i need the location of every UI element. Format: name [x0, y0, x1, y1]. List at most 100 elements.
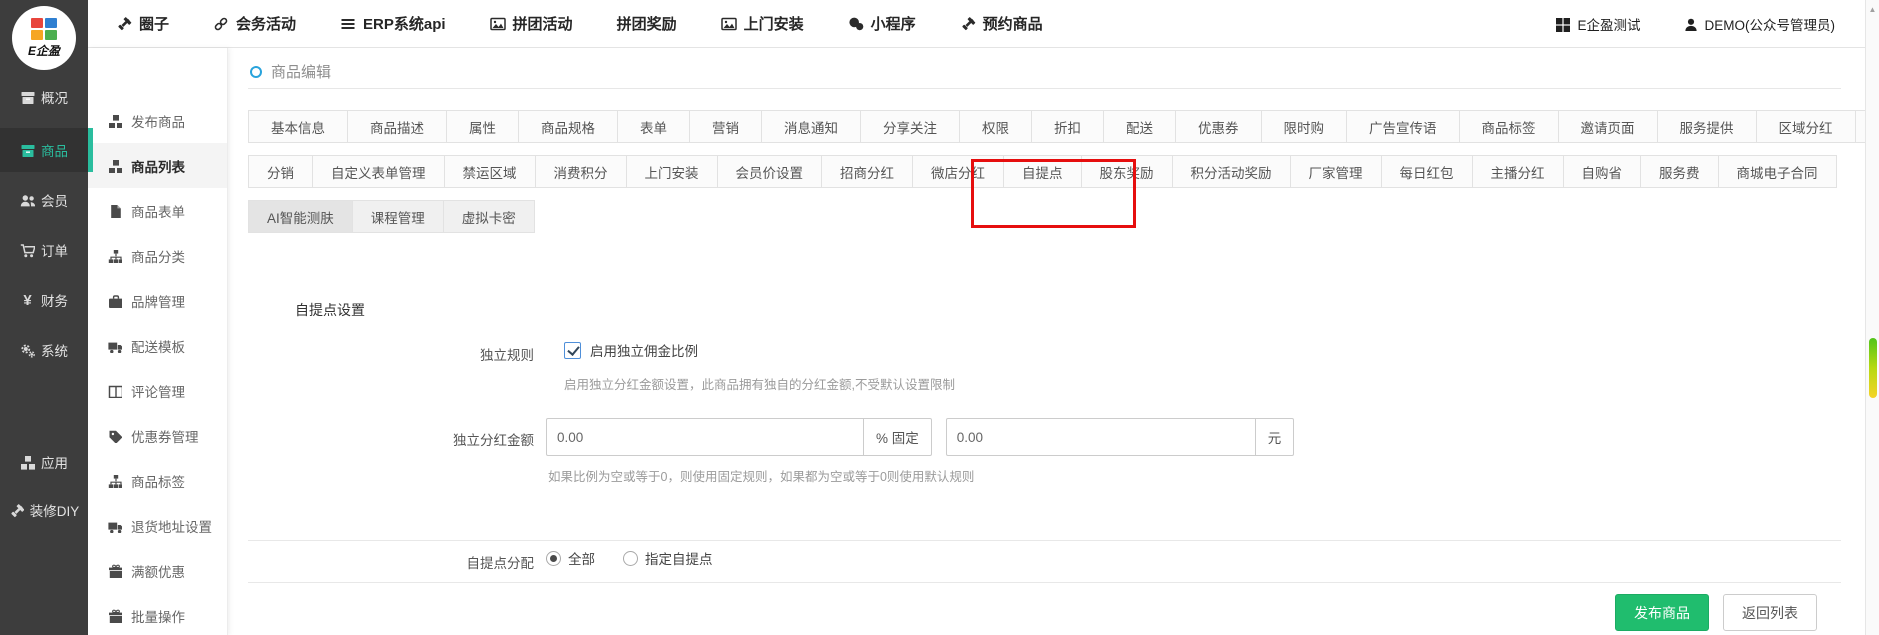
sidebar-item-goods[interactable]: 商品 [0, 128, 88, 172]
tab-flash-sale[interactable]: 限时购 [1261, 110, 1348, 143]
scroll-up-arrow[interactable]: ▲ [1866, 5, 1879, 14]
tab-pickup-point[interactable]: 自提点 [1003, 155, 1082, 188]
goods-submenu: 发布商品 商品列表 商品表单 商品分类 品牌管理 配送模板 评论管理 优惠券管理… [88, 48, 228, 635]
percent-fixed-addon: % 固定 [863, 418, 932, 456]
sidebar-item-system[interactable]: 系统 [0, 328, 88, 372]
sub-item-return-address[interactable]: 退货地址设置 [88, 503, 227, 548]
percent-ratio-input[interactable] [546, 418, 864, 456]
page-scrollbar[interactable]: ▲ [1865, 0, 1879, 635]
tab-daily-redpacket[interactable]: 每日红包 [1381, 155, 1473, 188]
sidebar-item-finance[interactable]: ¥财务 [0, 278, 88, 322]
back-to-list-button[interactable]: 返回列表 [1723, 594, 1817, 631]
current-user[interactable]: DEMO(公众号管理员) [1683, 14, 1836, 34]
dividend-amount-controls: % 固定 元 [546, 418, 1294, 456]
sub-item-goods-form[interactable]: 商品表单 [88, 188, 227, 233]
tab-basic-info[interactable]: 基本信息 [248, 110, 348, 143]
tab-distribution[interactable]: 分销 [248, 155, 313, 188]
tab-member-price[interactable]: 会员价设置 [717, 155, 823, 188]
tab-course-manage[interactable]: 课程管理 [352, 200, 444, 233]
topnav-meeting-activity[interactable]: 会务活动 [213, 13, 296, 34]
pickup-assign-label: 自提点分配 [248, 552, 534, 572]
fixed-amount-input[interactable] [946, 418, 1256, 456]
independent-rule-help: 启用独立分红金额设置，此商品拥有独自的分红金额,不受默认设置限制 [564, 374, 955, 393]
tab-permissions[interactable]: 权限 [959, 110, 1032, 143]
tab-ad-slogan[interactable]: 广告宣传语 [1346, 110, 1460, 143]
tab-virtual-card[interactable]: 虚拟卡密 [443, 200, 535, 233]
tab-no-ship-area[interactable]: 禁运区域 [444, 155, 536, 188]
tab-service-provide[interactable]: 服务提供 [1657, 110, 1757, 143]
sub-item-review-manage[interactable]: 评论管理 [88, 368, 227, 413]
assign-specified-option[interactable]: 指定自提点 [623, 548, 713, 568]
tab-attributes[interactable]: 属性 [446, 110, 519, 143]
topnav-mini-program[interactable]: 小程序 [848, 13, 916, 34]
sidebar-item-members[interactable]: 会员 [0, 178, 88, 222]
link-icon [213, 16, 229, 32]
tab-share-follow[interactable]: 分享关注 [860, 110, 960, 143]
topnav-group-buy-activity[interactable]: 拼团活动 [490, 13, 573, 34]
publish-goods-button[interactable]: 发布商品 [1615, 594, 1709, 631]
tab-mall-e-contract[interactable]: 商城电子合同 [1718, 155, 1837, 188]
topnav-booking-goods[interactable]: 预约商品 [960, 13, 1043, 34]
tab-anchor-dividend[interactable]: 主播分红 [1472, 155, 1564, 188]
tab-merchant-dividend[interactable]: 招商分红 [821, 155, 913, 188]
tab-factory-manage[interactable]: 厂家管理 [1290, 155, 1382, 188]
tab-points-activity-reward[interactable]: 积分活动奖励 [1172, 155, 1291, 188]
sub-item-goods-category[interactable]: 商品分类 [88, 233, 227, 278]
briefcase-icon [108, 294, 122, 308]
sidebar-item-decorate-diy[interactable]: 装修DIY [0, 488, 88, 532]
tab-consume-points[interactable]: 消费积分 [535, 155, 627, 188]
app-logo[interactable]: E企盈 [12, 6, 76, 70]
topnav-door-install[interactable]: 上门安装 [721, 13, 804, 34]
tab-marketing[interactable]: 营销 [689, 110, 762, 143]
sub-item-publish-goods[interactable]: 发布商品 [88, 98, 227, 143]
assign-all-option[interactable]: 全部 [546, 548, 595, 568]
tab-self-purchase-save[interactable]: 自购省 [1563, 155, 1642, 188]
independent-rule-control: 启用独立佣金比例 [564, 340, 698, 360]
dividend-amount-help: 如果比例为空或等于0，则使用固定规则，如果都为空或等于0则使用默认规则 [548, 466, 974, 485]
account-switcher[interactable]: E企盈测试 [1555, 14, 1640, 34]
tab-form[interactable]: 表单 [617, 110, 690, 143]
page-title: 商品编辑 [271, 61, 331, 82]
sidebar-item-orders[interactable]: 订单 [0, 228, 88, 272]
sub-item-shipping-template[interactable]: 配送模板 [88, 323, 227, 368]
gavel-icon [960, 16, 976, 32]
tab-service-fee[interactable]: 服务费 [1640, 155, 1719, 188]
tab-message-notify[interactable]: 消息通知 [761, 110, 861, 143]
topnav-circle[interactable]: 圈子 [116, 13, 169, 34]
tab-delivery[interactable]: 配送 [1103, 110, 1176, 143]
sub-item-brand-manage[interactable]: 品牌管理 [88, 278, 227, 323]
sub-item-goods-tags[interactable]: 商品标签 [88, 458, 227, 503]
sub-item-batch-ops[interactable]: 批量操作 [88, 593, 227, 635]
yuan-addon: 元 [1255, 418, 1295, 456]
tab-region-dividend[interactable]: 区域分红 [1756, 110, 1856, 143]
tab-microshop-dividend[interactable]: 微店分红 [912, 155, 1004, 188]
main-content: 商品编辑 基本信息 商品描述 属性 商品规格 表单 营销 消息通知 分享关注 权… [228, 48, 1865, 635]
tab-discount[interactable]: 折扣 [1031, 110, 1104, 143]
sub-item-coupon-manage[interactable]: 优惠券管理 [88, 413, 227, 458]
topnav-group-buy-reward[interactable]: 拼团奖励 [617, 13, 677, 34]
tab-door-install[interactable]: 上门安装 [626, 155, 718, 188]
tab-custom-form-manage[interactable]: 自定义表单管理 [312, 155, 445, 188]
enable-commission-label: 启用独立佣金比例 [590, 340, 698, 360]
assign-all-radio[interactable] [546, 551, 561, 566]
scrollbar-thumb[interactable] [1869, 338, 1877, 398]
sub-item-goods-list[interactable]: 商品列表 [88, 143, 227, 188]
topnav-erp-api[interactable]: ERP系统api [340, 13, 446, 34]
tab-ai-skin-test[interactable]: AI智能测肤 [248, 200, 353, 233]
enable-commission-checkbox[interactable] [564, 342, 581, 359]
yen-icon: ¥ [20, 293, 35, 308]
wechat-icon [848, 16, 864, 32]
tab-goods-tags[interactable]: 商品标签 [1459, 110, 1559, 143]
gift-icon [108, 564, 122, 578]
tags-icon [108, 429, 122, 443]
cubes-icon [108, 159, 122, 173]
sub-item-full-discount[interactable]: 满额优惠 [88, 548, 227, 593]
tab-coupon[interactable]: 优惠券 [1175, 110, 1262, 143]
tab-invite-page[interactable]: 邀请页面 [1558, 110, 1658, 143]
sidebar-item-apps[interactable]: 应用 [0, 440, 88, 484]
sidebar-item-overview[interactable]: 概况 [0, 75, 88, 119]
assign-specified-radio[interactable] [623, 551, 638, 566]
tab-shareholder-reward[interactable]: 股东奖励 [1081, 155, 1173, 188]
tab-goods-spec[interactable]: 商品规格 [518, 110, 618, 143]
tab-goods-description[interactable]: 商品描述 [347, 110, 447, 143]
